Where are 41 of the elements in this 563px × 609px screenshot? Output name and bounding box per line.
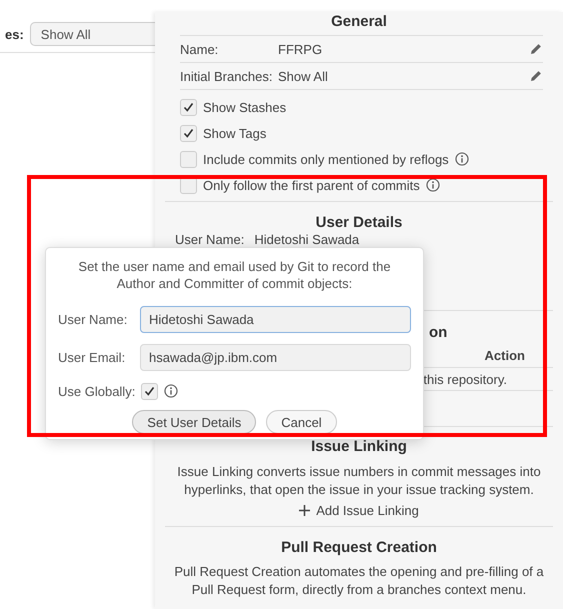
field-label: User Name: [58, 312, 128, 326]
property-label: Initial Branches: [180, 68, 274, 84]
add-issue-linking-button[interactable]: Add Issue Linking [299, 503, 419, 518]
section-title: on [428, 323, 448, 343]
branches-dropdown[interactable]: Show All [30, 22, 155, 46]
section-description: Issue Linking converts issue numbers in commit messages into hyperlinks, that open the issue in your issue tracking system. [176, 463, 542, 499]
text-field[interactable]: hsawada@jp.ibm.com [140, 344, 411, 370]
dialog-button[interactable]: Set User Details [132, 410, 256, 434]
user-name-label: User Name: [175, 233, 244, 247]
property-label: Name: [180, 42, 220, 56]
filter-label: es: [5, 26, 24, 42]
plus-icon [299, 505, 310, 516]
user-name-value: Hidetoshi Sawada [254, 233, 360, 247]
option-label: Show Stashes [203, 100, 286, 114]
section-title: User Details [314, 213, 404, 233]
column-header: Action [484, 348, 525, 362]
section-title: Pull Request Creation [280, 538, 438, 558]
option-label: Show Tags [203, 126, 266, 140]
info-icon [164, 384, 178, 398]
checkmark-icon [144, 386, 156, 396]
table-text: this repository. [423, 372, 507, 386]
checkmark-icon [183, 128, 194, 138]
checkmark-icon [183, 102, 194, 112]
checkbox[interactable] [180, 98, 197, 116]
field-label: User Email: [58, 350, 126, 364]
section-title: General [330, 12, 388, 32]
dialog-message: Set the user name and email used by Git to record the Author and Committer of commit objects: [77, 258, 392, 292]
pencil-icon[interactable] [529, 42, 543, 56]
section-title: Issue Linking [310, 437, 408, 457]
dialog-button[interactable]: Cancel [266, 410, 337, 434]
text-field[interactable]: Hidetoshi Sawada [140, 306, 411, 332]
property-value: FFRPG [278, 42, 324, 56]
section-description: Pull Request Creation automates the opening and pre-filling of a Pull Request form, directly from a branches context menu. [173, 563, 545, 599]
checkbox[interactable] [141, 382, 158, 400]
option-label: Only follow the first parent of commits [203, 178, 420, 192]
pencil-icon[interactable] [529, 69, 543, 83]
field-label: Use Globally: [58, 384, 136, 398]
checkbox[interactable] [180, 150, 197, 168]
checkbox[interactable] [180, 124, 197, 142]
property-value: Show All [278, 68, 329, 84]
option-label: Include commits only mentioned by reflogs [203, 152, 449, 166]
